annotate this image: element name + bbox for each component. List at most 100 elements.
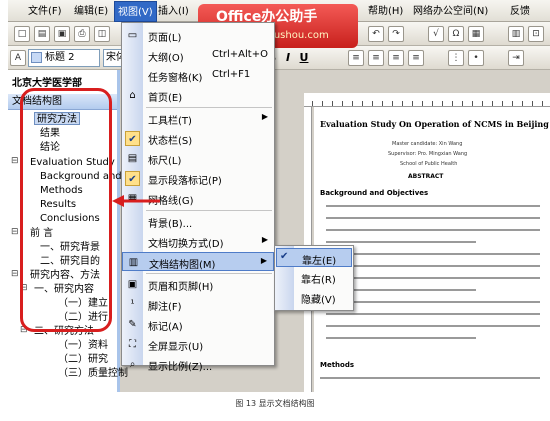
menu-item-label: 工具栏(T) <box>148 116 192 127</box>
view-menu-item-9[interactable]: 背景(B)... <box>122 212 274 231</box>
indent-icon[interactable]: ⇥ <box>508 50 524 66</box>
preview-icon[interactable]: ◫ <box>94 26 110 42</box>
view-menu-item-0[interactable]: ▭ 页面(L) <box>122 26 274 45</box>
doc-supervisor: Supervisor: Pro. Mingxian Wang <box>388 151 468 157</box>
menu-item-label: 任务窗格(K) <box>148 73 203 84</box>
ruler-tick <box>462 101 463 106</box>
doc-author: Master candidate: Xin Wang <box>392 141 463 147</box>
undo-icon[interactable]: ↶ <box>368 26 384 42</box>
view-menu-item-6[interactable]: ▤ 标尺(L) <box>122 149 274 168</box>
menu-feedback[interactable]: 反馈 <box>510 4 530 19</box>
save-icon[interactable]: ▣ <box>54 26 70 42</box>
menu-edit[interactable]: 编辑(E) <box>74 4 108 19</box>
collapse-icon[interactable]: ⊟ <box>11 227 19 237</box>
menu-separator <box>146 210 272 211</box>
menu-view[interactable]: 视图(V) <box>114 1 157 22</box>
submenu-arrow-icon: ▶ <box>261 235 268 244</box>
ruler-tick <box>342 101 343 106</box>
view-menu-item-1[interactable]: 大纲(O) Ctrl+Alt+O <box>122 46 274 65</box>
view-menu-item-3[interactable]: ⌂ 首页(E) <box>122 86 274 105</box>
footnote-icon: ¹ <box>130 299 135 310</box>
menu-item-label: 文档结构图(M) <box>149 260 216 271</box>
doc-section-background: Background and Objectives <box>320 189 429 197</box>
check-icon: ✔ <box>125 131 140 146</box>
align-center-icon[interactable]: ≡ <box>368 50 384 66</box>
view-menu-item-5[interactable]: ✔ 状态栏(S) <box>122 129 274 148</box>
view-menu-item-4[interactable]: 工具栏(T) ▶ <box>122 109 274 128</box>
page-icon: ▭ <box>127 30 138 41</box>
numbering-icon[interactable]: ⋮ <box>448 50 464 66</box>
ruler-tick <box>382 101 383 106</box>
new-doc-icon[interactable]: □ <box>14 26 30 42</box>
print-icon[interactable]: ⎙ <box>74 26 90 42</box>
menu-insert[interactable]: 插入(I) <box>158 4 189 19</box>
map-item-quality[interactable]: （三）质量控制 <box>58 367 128 380</box>
menu-item-label: 全屏显示(U) <box>148 342 204 353</box>
menu-item-label: 页面(L) <box>148 33 182 44</box>
bullets-icon[interactable]: • <box>468 50 484 66</box>
view-menu-item-7[interactable]: ✔ 显示段落标记(P) <box>122 169 274 188</box>
ruler-tick <box>322 101 323 106</box>
submenu-label: 靠右(R) <box>301 275 336 286</box>
header-footer-icon: ▣ <box>127 279 138 290</box>
horizontal-ruler[interactable] <box>304 93 550 107</box>
ruler-tick <box>372 101 373 106</box>
redo-icon[interactable]: ↷ <box>388 26 404 42</box>
symbol-icon[interactable]: Ω <box>448 26 464 42</box>
menu-item-label: 首页(E) <box>148 93 183 104</box>
table-icon[interactable]: ▦ <box>468 26 484 42</box>
ruler-tick <box>482 101 483 106</box>
ruler-tick <box>452 101 453 106</box>
doc-department: School of Public Health <box>400 161 458 167</box>
italic-button[interactable]: I <box>280 49 296 66</box>
ruler-tick <box>422 101 423 106</box>
doc-text-line <box>326 205 540 207</box>
menu-item-label: 状态栏(S) <box>148 136 193 147</box>
style-value: 标题 2 <box>45 52 75 63</box>
collapse-icon[interactable]: ⊟ <box>11 269 19 279</box>
justify-icon[interactable]: ≡ <box>408 50 424 66</box>
view-menu-item-16[interactable]: ⌕ 显示比例(Z)... <box>122 355 274 374</box>
menu-help[interactable]: 帮助(H) <box>368 4 403 19</box>
align-right-icon[interactable]: ≡ <box>388 50 404 66</box>
align-left-icon[interactable]: ≡ <box>348 50 364 66</box>
doc-abstract: ABSTRACT <box>408 173 444 180</box>
underline-button[interactable]: U <box>296 49 312 66</box>
view-menu-item-2[interactable]: 任务窗格(K) Ctrl+F1 <box>122 66 274 85</box>
menu-separator <box>146 273 272 274</box>
view-menu-item-14[interactable]: ✎ 标记(A) <box>122 315 274 334</box>
submenu-item-right[interactable]: 靠右(R) <box>276 268 352 287</box>
style-icon <box>31 52 42 63</box>
zoom-toggle-icon[interactable]: ⊡ <box>528 26 544 42</box>
menu-network-office[interactable]: 网络办公空间(N) <box>413 4 488 19</box>
ruler-tick <box>312 101 313 106</box>
docmap-toggle-icon[interactable]: ▥ <box>508 26 524 42</box>
view-menu-item-12[interactable]: ▣ 页眉和页脚(H) <box>122 275 274 294</box>
view-menu-item-10[interactable]: 文档切换方式(D) ▶ <box>122 232 274 251</box>
view-menu-item-13[interactable]: ¹ 脚注(F) <box>122 295 274 314</box>
figure-caption: 图 13 显示文档结构图 <box>235 399 315 408</box>
formula-icon[interactable]: √ <box>428 26 444 42</box>
ruler-tick <box>502 101 503 106</box>
submenu-item-left[interactable]: ✔ 靠左(E) <box>276 248 352 267</box>
ruler-tick <box>332 101 333 106</box>
submenu-item-hide[interactable]: 隐藏(V) <box>276 288 352 307</box>
submenu-label: 靠左(E) <box>302 256 337 267</box>
view-menu-item-11[interactable]: ▥ 文档结构图(M) ▶ <box>122 252 274 271</box>
docmap-submenu: ✔ 靠左(E) 靠右(R) 隐藏(V) <box>274 245 354 311</box>
menu-item-label: 背景(B)... <box>148 219 193 230</box>
ruler-icon: ▤ <box>127 153 138 164</box>
collapse-icon[interactable]: ⊟ <box>11 156 19 166</box>
home-icon: ⌂ <box>129 90 136 101</box>
map-item-study[interactable]: （二）研究 <box>58 353 108 366</box>
check-icon: ✔ <box>125 171 140 186</box>
styles-pane-icon[interactable]: A <box>10 50 26 66</box>
font-select[interactable]: 宋体 <box>103 49 123 67</box>
view-menu-item-15[interactable]: ⛶ 全屏显示(U) <box>122 335 274 354</box>
map-item-data[interactable]: （一）资料 <box>58 339 108 352</box>
ruler-tick <box>432 101 433 106</box>
doc-text-line <box>320 377 540 379</box>
style-select[interactable]: 标题 2 <box>28 49 100 67</box>
menu-file[interactable]: 文件(F) <box>28 4 62 19</box>
open-icon[interactable]: ▤ <box>34 26 50 42</box>
